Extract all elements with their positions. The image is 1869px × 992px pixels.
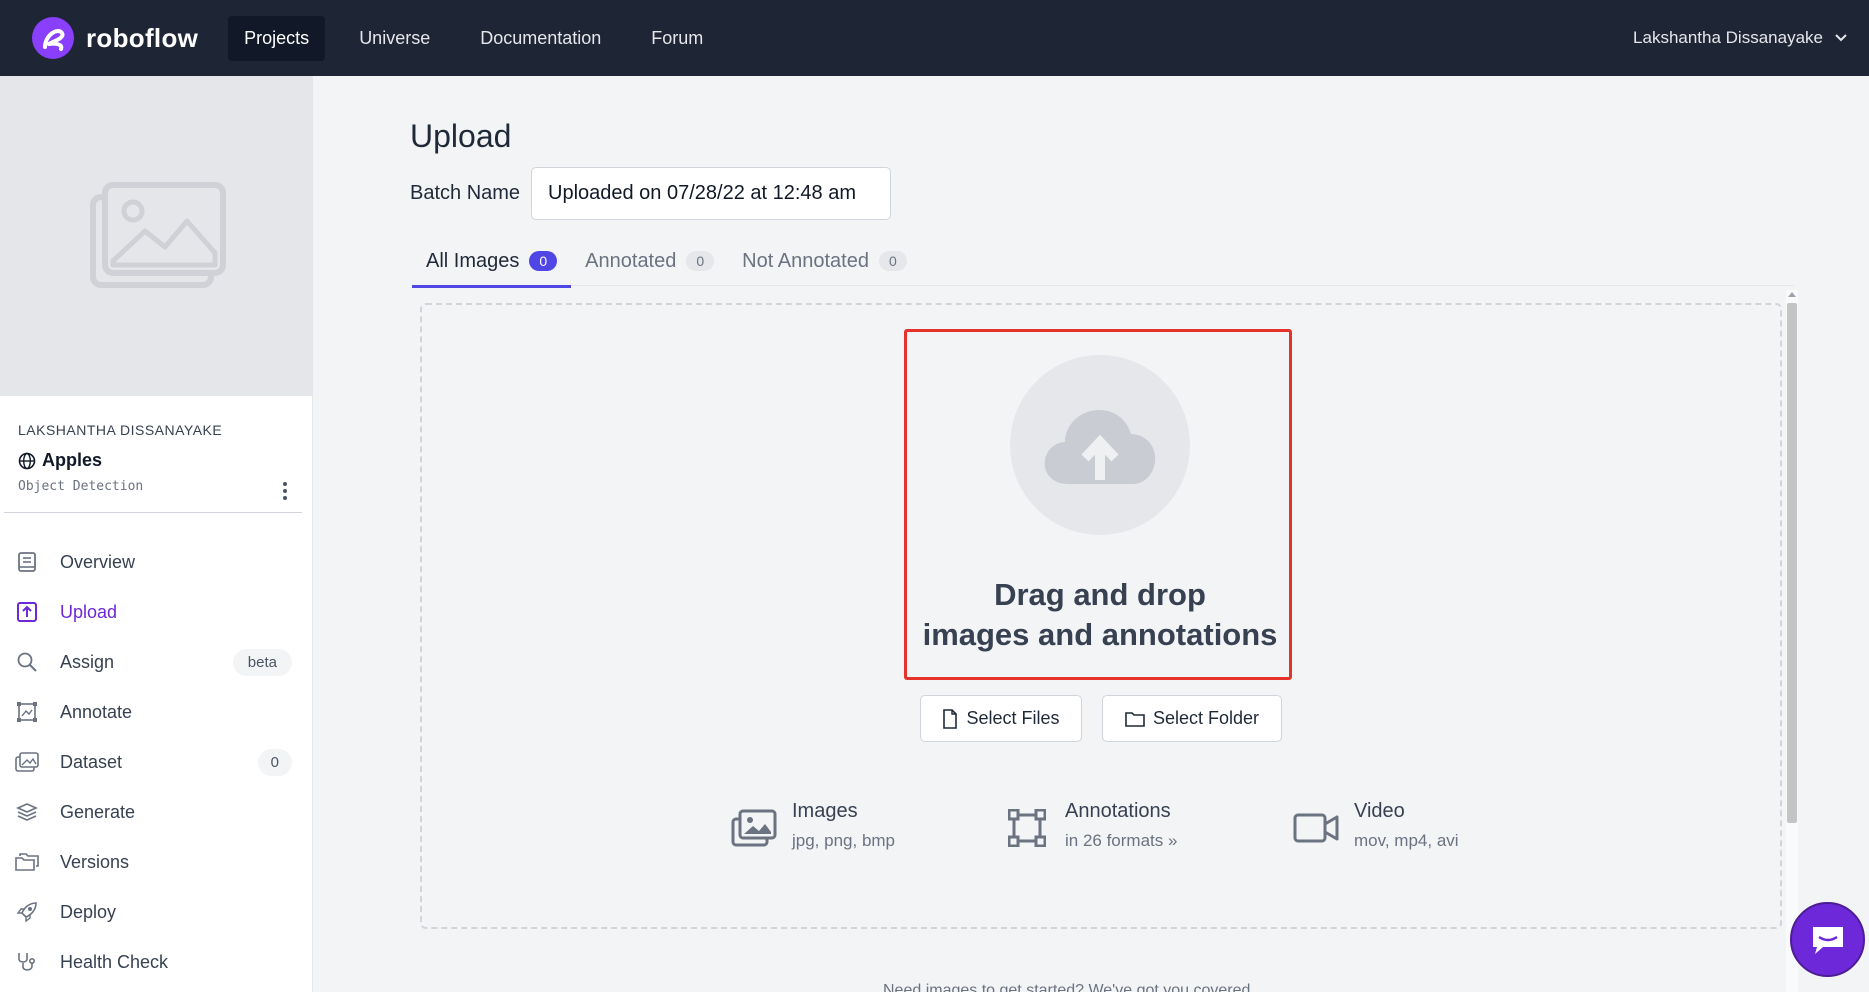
tab-label: All Images <box>426 249 520 272</box>
select-folder-label: Select Folder <box>1152 708 1260 728</box>
folders-icon <box>14 849 40 875</box>
project-type: Object Detection <box>18 479 144 494</box>
user-name: Lakshantha Dissanayake <box>1633 28 1823 47</box>
tab-annotated[interactable]: Annotated 0 <box>571 236 728 286</box>
scroll-up-arrow-icon[interactable] <box>1788 292 1796 297</box>
stethoscope-icon <box>14 949 40 975</box>
select-files-button[interactable]: Select Files <box>920 695 1082 742</box>
drag-drop-line-2: images and annotations <box>922 617 1278 652</box>
select-folder-button[interactable]: Select Folder <box>1102 695 1282 742</box>
image-placeholder-icon <box>89 182 226 288</box>
video-icon <box>1292 804 1340 852</box>
sidebar-item-label: Annotate <box>60 701 133 722</box>
batch-name-input[interactable] <box>531 167 891 220</box>
chat-support-button[interactable] <box>1790 902 1865 977</box>
tab-count-badge: 0 <box>529 251 558 271</box>
upload-icon <box>14 599 40 625</box>
annotation-formats-link[interactable]: in 26 formats » <box>1065 831 1177 851</box>
chevron-down-icon <box>1835 34 1847 42</box>
tab-label: Annotated <box>585 249 677 272</box>
images-icon <box>730 804 778 852</box>
select-files-label: Select Files <box>966 708 1060 728</box>
format-video: Video mov, mp4, avi <box>1292 800 1459 852</box>
project-thumbnail <box>0 76 313 396</box>
drag-drop-line-1: Drag and drop <box>994 577 1206 612</box>
sidebar-item-label: Upload <box>60 601 118 622</box>
sidebar-item-annotate[interactable]: Annotate <box>0 687 312 737</box>
batch-name-label: Batch Name <box>410 182 521 204</box>
logo-text: roboflow <box>86 22 199 53</box>
tab-all-images[interactable]: All Images 0 <box>412 236 572 288</box>
top-navbar: roboflow Projects Universe Documentation… <box>0 0 1869 76</box>
format-sub: jpg, png, bmp <box>792 831 896 850</box>
format-sub: mov, mp4, avi <box>1354 831 1459 850</box>
bounding-box-icon <box>1003 804 1051 852</box>
drag-drop-text: Drag and drop images and annotations <box>910 575 1290 655</box>
format-title: Images <box>792 800 858 822</box>
format-title: Video <box>1354 800 1405 822</box>
format-title: Annotations <box>1065 800 1171 822</box>
sidebar-item-label: Overview <box>60 551 136 572</box>
user-menu[interactable]: Lakshantha Dissanayake <box>1633 0 1849 76</box>
beta-badge: beta <box>232 648 292 676</box>
folder-icon <box>1125 711 1145 727</box>
tab-not-annotated[interactable]: Not Annotated 0 <box>728 236 921 286</box>
sidebar-item-label: Generate <box>60 801 136 822</box>
nav-projects[interactable]: Projects <box>228 15 326 61</box>
sidebar-item-label: Versions <box>60 851 130 872</box>
file-icon <box>943 708 958 729</box>
nav-documentation[interactable]: Documentation <box>464 16 617 61</box>
project-name[interactable]: Apples <box>42 450 102 471</box>
globe-icon <box>18 452 36 469</box>
cloud-upload-icon <box>1044 410 1156 484</box>
project-menu-icon[interactable] <box>280 480 290 502</box>
search-icon <box>14 649 40 675</box>
sidebar: LAKSHANTHA DISSANAYAKE Apples Object Det… <box>0 76 313 992</box>
format-annotations: Annotations in 26 formats » <box>1003 800 1177 852</box>
cloud-upload-circle <box>1010 355 1190 535</box>
roboflow-logo[interactable]: roboflow <box>32 17 198 59</box>
sidebar-item-label: Deploy <box>60 901 117 922</box>
nav-universe[interactable]: Universe <box>343 16 446 61</box>
need-images-text: Need images to get started? We've got yo… <box>883 982 1255 992</box>
book-icon <box>14 549 40 575</box>
sidebar-item-dataset[interactable]: Dataset 0 <box>0 737 312 787</box>
chat-icon <box>1812 926 1843 954</box>
sidebar-item-generate[interactable]: Generate <box>0 787 312 837</box>
sidebar-item-versions[interactable]: Versions <box>0 837 312 887</box>
dataset-count-badge: 0 <box>257 748 292 776</box>
annotate-icon <box>14 699 40 725</box>
sidebar-item-overview[interactable]: Overview <box>0 537 312 587</box>
sidebar-item-deploy[interactable]: Deploy <box>0 887 312 937</box>
rocket-icon <box>14 899 40 925</box>
sidebar-item-health-check[interactable]: Health Check <box>0 937 312 987</box>
nav-forum[interactable]: Forum <box>635 16 719 61</box>
sidebar-divider <box>4 512 302 513</box>
sidebar-item-label: Assign <box>60 651 115 672</box>
tab-label: Not Annotated <box>742 249 869 272</box>
images-icon <box>14 749 40 775</box>
scrollbar-thumb[interactable] <box>1787 303 1797 823</box>
sidebar-item-upload[interactable]: Upload <box>0 587 312 637</box>
layers-icon <box>14 799 40 825</box>
sidebar-item-label: Dataset <box>60 751 123 772</box>
logo-mark-icon <box>32 17 74 59</box>
workspace-name: LAKSHANTHA DISSANAYAKE <box>18 422 223 438</box>
tab-count-badge: 0 <box>878 251 907 271</box>
tab-count-badge: 0 <box>686 251 715 271</box>
sidebar-item-assign[interactable]: Assign beta <box>0 637 312 687</box>
format-images: Images jpg, png, bmp <box>730 800 895 852</box>
sidebar-item-label: Health Check <box>60 951 169 972</box>
upload-tabs: All Images 0 Annotated 0 Not Annotated 0 <box>412 236 1794 288</box>
page-title: Upload <box>410 118 512 154</box>
